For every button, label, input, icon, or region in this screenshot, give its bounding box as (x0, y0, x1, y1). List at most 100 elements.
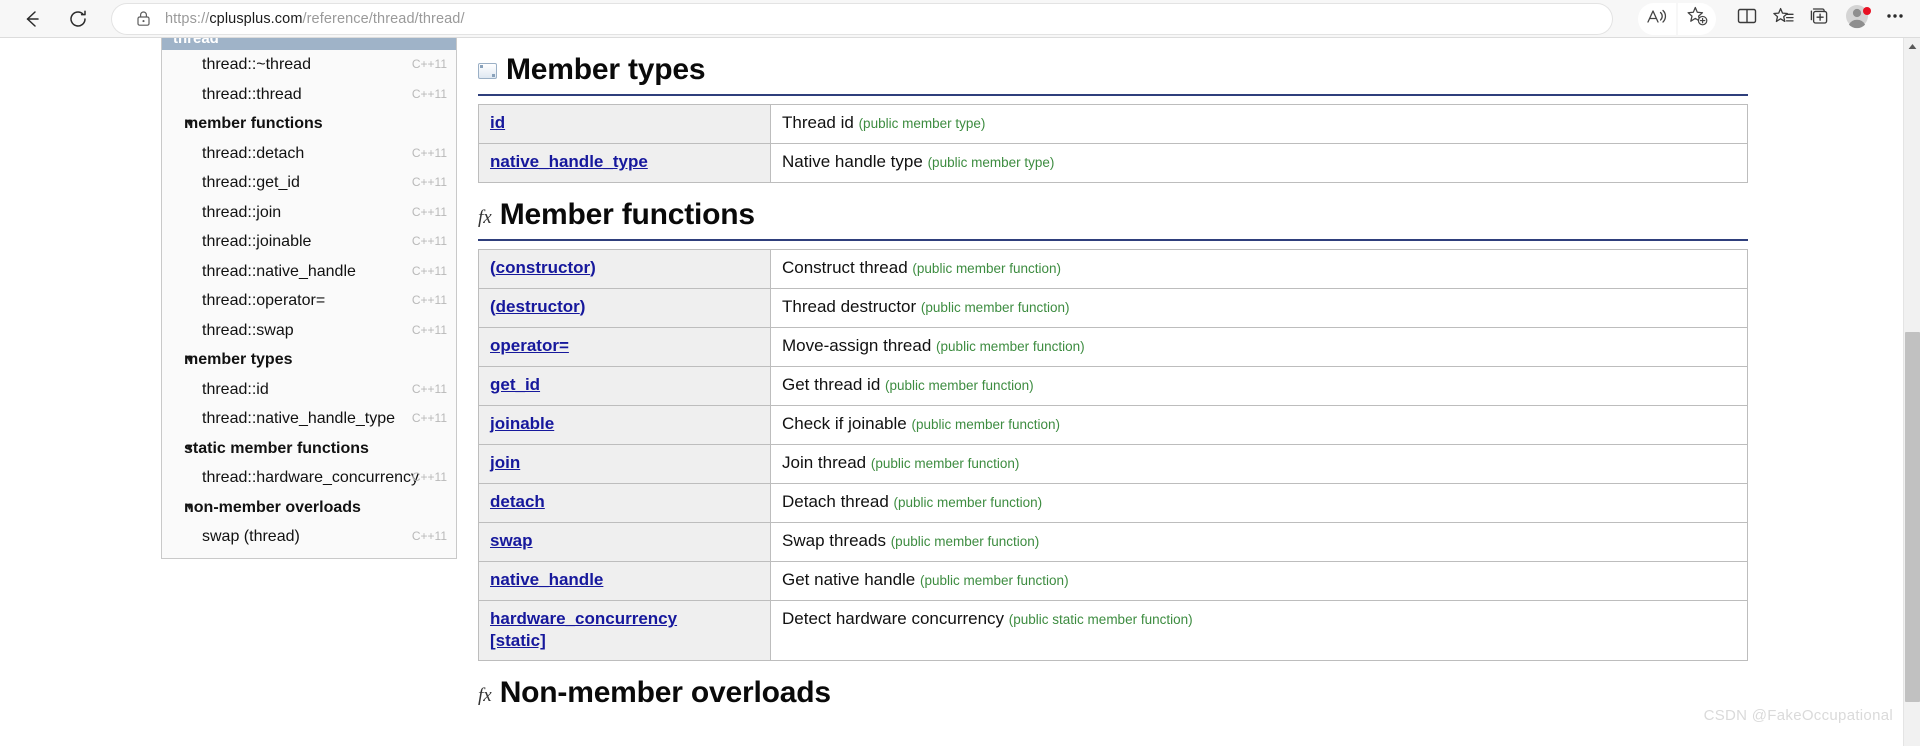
sidebar-item[interactable]: thread::native_handle_type C++11 (162, 404, 456, 434)
sidebar-item[interactable]: swap (thread) C++11 (162, 522, 456, 552)
sidebar-item-label: static member functions (184, 439, 369, 457)
sidebar-item[interactable]: thread::~thread C++11 (162, 50, 456, 80)
sidebar-item-version-badge: C++11 (411, 175, 447, 189)
api-link[interactable]: destructor (496, 297, 580, 316)
api-link-static-suffix[interactable]: [static] (490, 631, 546, 650)
api-link[interactable]: operator= (490, 336, 569, 355)
close-paren: ) (579, 297, 586, 316)
page-scrollbar[interactable] (1903, 38, 1920, 746)
api-name-cell: id (478, 104, 771, 144)
api-description-cell: Join thread (public member function) (770, 444, 1748, 484)
api-kind-note: (public member type) (927, 155, 1055, 170)
split-screen-button[interactable] (1730, 3, 1764, 35)
api-link[interactable]: detach (490, 492, 545, 511)
api-link[interactable]: constructor (496, 258, 590, 277)
read-aloud-button[interactable] (1638, 2, 1676, 35)
api-description-cell: Get native handle (public member functio… (770, 561, 1748, 601)
browser-toolbar: https://cplusplus.com/reference/thread/t… (0, 0, 1920, 38)
sidebar-item[interactable]: thread::detach C++11 (162, 139, 456, 169)
table-row: detach Detach thread (public member funct… (478, 483, 1748, 523)
browser-essentials-button[interactable] (1802, 3, 1836, 35)
api-link[interactable]: id (490, 113, 505, 132)
caret-up-icon (1908, 44, 1916, 49)
address-bar[interactable]: https://cplusplus.com/reference/thread/t… (112, 3, 1612, 34)
api-description: Detect hardware concurrency (782, 609, 1005, 628)
api-name-cell: native_handle_type (478, 143, 771, 183)
profile-avatar-button[interactable] (1838, 3, 1876, 35)
sidebar-item[interactable]: thread::thread C++11 (162, 80, 456, 110)
api-description: Detach thread (782, 492, 889, 511)
url-path: /reference/thread/thread/ (302, 10, 465, 27)
api-link[interactable]: join (490, 453, 520, 472)
api-name-cell: native_handle (478, 561, 771, 601)
section-title: Non-member overloads (499, 676, 831, 709)
table-row: swap Swap threads (public member function… (478, 522, 1748, 562)
sidebar-group[interactable]: ▼ member functions (162, 109, 456, 139)
sidebar-item-version-badge: C++11 (411, 57, 447, 71)
url-domain: cplusplus.com (209, 10, 303, 27)
sidebar-item-label: thread::native_handle_type (202, 410, 396, 427)
api-description-cell: Thread id (public member type) (770, 104, 1748, 144)
api-description-cell: Detach thread (public member function) (770, 483, 1748, 523)
sidebar-item-version-badge: C++11 (411, 322, 447, 337)
sidebar-item-label: non-member overloads (184, 498, 361, 516)
sidebar-list: thread::~thread C++11 thread::thread C++11 ▼… (162, 50, 456, 552)
split-screen-icon (1736, 6, 1758, 31)
sidebar-item-label: thread::join (202, 203, 282, 221)
api-description-cell: Native handle type (public member type) (770, 143, 1748, 183)
sidebar-item[interactable]: thread::swap C++11 (162, 316, 456, 346)
sidebar-group[interactable]: ▼ member types (162, 345, 456, 375)
sidebar-item-label: thread::~thread (202, 56, 311, 73)
sidebar-group[interactable]: ▼ non-member overloads (162, 493, 456, 523)
table-row: native_handle_type Native handle type (pu… (478, 143, 1748, 183)
api-link[interactable]: native_handle_type (490, 152, 648, 171)
section-heading-member-types: Member types (478, 38, 1768, 85)
api-description: Get native handle (782, 570, 916, 589)
refresh-button[interactable] (60, 1, 96, 37)
api-link[interactable]: hardware_concurrency (490, 609, 677, 628)
sidebar-item[interactable]: thread::joinable C++11 (162, 227, 456, 257)
sidebar-item-version-badge: C++11 (411, 529, 447, 543)
api-kind-note: (public static member function) (1008, 612, 1193, 627)
sidebar-item[interactable]: thread::operator= C++11 (162, 286, 456, 316)
api-description: Thread destructor (782, 297, 917, 316)
section-divider (478, 239, 1748, 241)
api-link[interactable]: joinable (490, 414, 554, 433)
api-link[interactable]: get_id (490, 375, 540, 394)
copy-plus-icon (1808, 6, 1831, 31)
scrollbar-thumb[interactable] (1905, 332, 1920, 702)
api-link[interactable]: swap (490, 531, 533, 550)
api-description-cell: Move-assign thread (public member functi… (770, 327, 1748, 367)
api-name-cell: operator= (478, 327, 771, 367)
sidebar-group[interactable]: ▼ static member functions (162, 434, 456, 464)
api-kind-note: (public member function) (885, 378, 1034, 393)
sidebar-item[interactable]: thread::get_id C++11 (162, 168, 456, 198)
api-name-cell: hardware_concurrency [static] (478, 600, 771, 661)
sidebar-item[interactable]: thread::native_handle C++11 (162, 257, 456, 287)
lock-icon[interactable] (136, 10, 151, 27)
reference-content: Member types id Thread id (public member … (478, 38, 1768, 708)
reference-index-sidebar: thread thread::~thread C++11 thread::threa… (161, 38, 457, 559)
table-row: join Join thread (public member function) (478, 444, 1748, 484)
sidebar-item[interactable]: thread::hardware_concurrency C++11 (162, 463, 456, 493)
sidebar-item-version-badge: C++11 (411, 145, 447, 160)
sidebar-item-label: thread::operator= (202, 292, 326, 309)
collections-icon (1772, 6, 1795, 31)
sidebar-item-label: thread::joinable (202, 233, 312, 250)
section-title: Member types (506, 53, 706, 86)
collections-button[interactable] (1766, 3, 1800, 35)
api-description-cell: Check if joinable (public member functio… (770, 405, 1748, 445)
scroll-up-arrow[interactable] (1904, 38, 1920, 55)
api-kind-note: (public member function) (870, 456, 1020, 471)
section-heading-member-functions: fx Member functions (478, 183, 1768, 230)
settings-and-more-button[interactable] (1878, 3, 1912, 35)
back-button[interactable] (14, 1, 50, 37)
add-to-favorites-button[interactable] (1678, 2, 1716, 35)
api-link[interactable]: native_handle (490, 570, 603, 589)
table-row: (constructor) Construct thread (public me… (478, 249, 1748, 289)
sidebar-item[interactable]: thread::id C++11 (162, 375, 456, 405)
table-row: operator= Move-assign thread (public memb… (478, 327, 1748, 367)
api-kind-note: (public member function) (936, 339, 1085, 354)
sidebar-item[interactable]: thread::join C++11 (162, 198, 456, 228)
table-row: (destructor) Thread destructor (public me… (478, 288, 1748, 328)
